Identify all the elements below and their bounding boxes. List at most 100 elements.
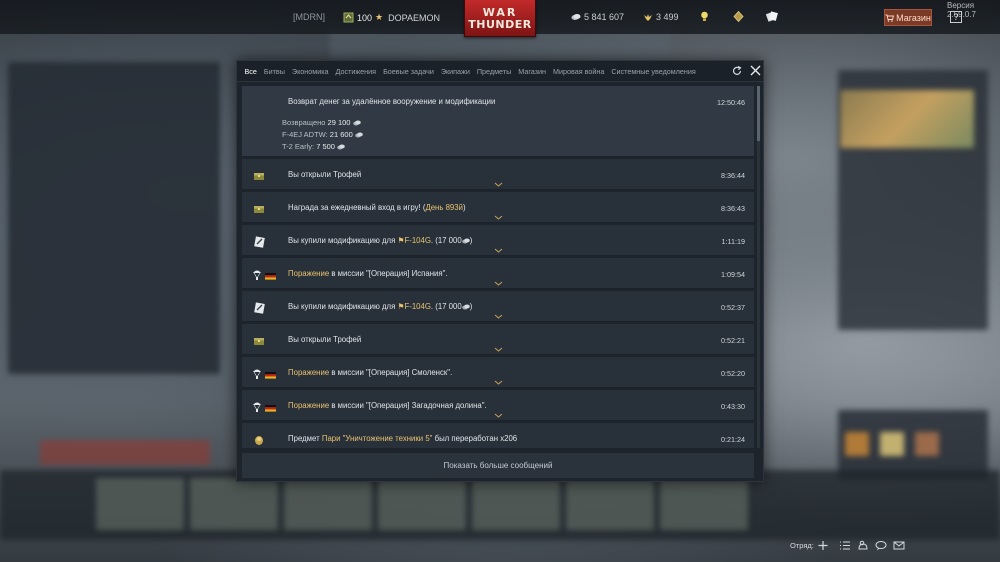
tab-battle-tasks[interactable]: Боевые задачи bbox=[380, 67, 438, 76]
message-text: Вы открыли Трофей bbox=[288, 335, 362, 344]
battle-pass-button[interactable] bbox=[766, 11, 778, 22]
chevron-down-icon[interactable] bbox=[494, 314, 503, 319]
silver-lions-icon bbox=[355, 132, 363, 138]
notification-list: Возврат денег за удалённое вооружение и … bbox=[242, 86, 754, 448]
show-more-button[interactable]: Показать больше сообщений bbox=[242, 453, 754, 478]
eagle-icon bbox=[644, 13, 652, 21]
refund-item: T-2 Early: 7 500 bbox=[282, 142, 345, 151]
squad-voice-icon[interactable] bbox=[857, 540, 869, 551]
tab-all[interactable]: Все bbox=[241, 67, 260, 76]
message-time: 12:50:46 bbox=[717, 98, 745, 107]
silver-lions-icon bbox=[337, 144, 345, 150]
list-item[interactable]: Возврат денег за удалённое вооружение и … bbox=[242, 86, 754, 157]
player-profile[interactable]: 100 ★ DOPAEMON bbox=[343, 12, 440, 23]
refund-item: F-4EJ ADTW: 21 600 bbox=[282, 130, 363, 139]
tab-shop[interactable]: Магазин bbox=[515, 67, 550, 76]
cart-icon bbox=[885, 14, 895, 22]
notifications-window: Все Битвы Экономика Достижения Боевые за… bbox=[236, 60, 764, 482]
rank-icon bbox=[343, 12, 354, 23]
tab-system-notifications[interactable]: Системные уведомления bbox=[608, 67, 699, 76]
message-text: Поражение в миссии "[Операция] Испания". bbox=[288, 269, 448, 278]
refresh-icon[interactable] bbox=[731, 65, 743, 77]
player-level: 100 bbox=[357, 12, 373, 23]
message-text: Вы купили модификацию для ⚑F-104G. (17 0… bbox=[288, 302, 473, 311]
wager-icon bbox=[255, 436, 263, 445]
tab-world-war[interactable]: Мировая война bbox=[549, 67, 607, 76]
chevron-down-icon[interactable] bbox=[494, 380, 503, 385]
war-thunder-logo[interactable]: WAR THUNDER bbox=[464, 0, 536, 37]
chevron-down-icon[interactable] bbox=[494, 215, 503, 220]
lightbulb-icon bbox=[701, 11, 708, 21]
paratrooper-defeat-icon bbox=[253, 402, 276, 412]
message-text: Вы открыли Трофей bbox=[288, 170, 362, 179]
paratrooper-defeat-icon bbox=[253, 270, 276, 280]
silver-balance[interactable]: 5 841 607 bbox=[571, 12, 624, 22]
tab-economy[interactable]: Экономика bbox=[288, 67, 332, 76]
blurred-left-panel bbox=[8, 62, 220, 374]
list-item[interactable]: Награда за ежедневный вход в игру! (День… bbox=[242, 192, 754, 223]
message-time: 8:36:44 bbox=[721, 171, 745, 180]
player-nickname: DOPAEMON bbox=[388, 12, 440, 23]
shop-button[interactable]: Магазин bbox=[884, 9, 932, 26]
mail-icon[interactable] bbox=[893, 540, 905, 551]
list-item[interactable]: Предмет Пари "Уничтожение техники 5" был… bbox=[242, 423, 754, 448]
tab-battles[interactable]: Битвы bbox=[260, 67, 288, 76]
close-icon[interactable] bbox=[749, 64, 762, 77]
silver-lions-icon bbox=[352, 120, 361, 126]
trophy-chest-icon bbox=[254, 338, 264, 345]
scrollbar[interactable] bbox=[757, 86, 760, 448]
message-text: Вы купили модификацию для ⚑F-104G. (17 0… bbox=[288, 236, 473, 245]
list-item[interactable]: Вы купили модификацию для ⚑F-104G. (17 0… bbox=[242, 225, 754, 256]
message-time: 0:52:20 bbox=[721, 369, 745, 378]
chevron-down-icon[interactable] bbox=[494, 281, 503, 286]
message-time: 1:11:19 bbox=[721, 237, 745, 246]
trophy-chest-icon bbox=[254, 173, 264, 180]
chevron-down-icon[interactable] bbox=[494, 413, 503, 418]
message-time: 8:36:43 bbox=[721, 204, 745, 213]
trophy-chest-icon bbox=[254, 206, 264, 213]
badge-icon bbox=[733, 11, 744, 22]
message-text: Награда за ежедневный вход в игру! (День… bbox=[288, 203, 466, 212]
list-item[interactable]: Поражение в миссии "[Операция] Смоленск"… bbox=[242, 357, 754, 388]
scrollbar-thumb[interactable] bbox=[757, 86, 760, 141]
silver-lions-icon bbox=[461, 238, 470, 244]
list-item[interactable]: Поражение в миссии "[Операция] Испания".… bbox=[242, 258, 754, 289]
paratrooper-defeat-icon bbox=[253, 369, 276, 379]
refund-total: Возвращено 29 100 bbox=[282, 118, 361, 127]
squad-tag[interactable]: [MDRN] bbox=[293, 12, 325, 22]
message-text: Поражение в миссии "[Операция] Загадочна… bbox=[288, 401, 487, 410]
golden-eagles-balance[interactable]: 3 499 bbox=[643, 12, 679, 22]
message-time: 0:21:24 bbox=[721, 435, 745, 444]
achievements-button[interactable] bbox=[733, 11, 744, 22]
tab-crews[interactable]: Экипажи bbox=[437, 67, 473, 76]
chat-icon[interactable] bbox=[875, 540, 887, 551]
message-text: Поражение в миссии "[Операция] Смоленск"… bbox=[288, 368, 453, 377]
hints-button[interactable] bbox=[700, 11, 709, 22]
list-item[interactable]: Вы купили модификацию для ⚑F-104G. (17 0… bbox=[242, 291, 754, 322]
message-text: Предмет Пари "Уничтожение техники 5" был… bbox=[288, 434, 518, 443]
help-button[interactable]: ? bbox=[950, 11, 962, 23]
contacts-list-icon[interactable] bbox=[839, 540, 851, 551]
star-icon: ★ bbox=[375, 12, 384, 22]
modification-icon bbox=[254, 236, 265, 248]
message-time: 1:09:54 bbox=[721, 270, 745, 279]
message-time: 0:43:30 bbox=[721, 402, 745, 411]
tab-items[interactable]: Предметы bbox=[473, 67, 514, 76]
message-text: Возврат денег за удалённое вооружение и … bbox=[288, 97, 496, 106]
modification-icon bbox=[254, 302, 265, 314]
cards-icon bbox=[766, 11, 778, 22]
chevron-down-icon[interactable] bbox=[494, 347, 503, 352]
silver-lions-icon bbox=[571, 14, 581, 20]
list-item[interactable]: Вы открыли Трофей 8:36:44 bbox=[242, 159, 754, 190]
chevron-down-icon[interactable] bbox=[494, 248, 503, 253]
list-item[interactable]: Поражение в миссии "[Операция] Загадочна… bbox=[242, 390, 754, 421]
add-squad-member-icon[interactable] bbox=[817, 540, 829, 551]
chevron-down-icon[interactable] bbox=[494, 182, 503, 187]
message-time: 0:52:37 bbox=[721, 303, 745, 312]
bottom-bar: Отряд: bbox=[0, 534, 1000, 562]
message-time: 0:52:21 bbox=[721, 336, 745, 345]
tab-achievements[interactable]: Достижения bbox=[332, 67, 380, 76]
list-item[interactable]: Вы открыли Трофей 0:52:21 bbox=[242, 324, 754, 355]
squad-label: Отряд: bbox=[790, 541, 814, 550]
silver-lions-icon bbox=[461, 304, 470, 310]
